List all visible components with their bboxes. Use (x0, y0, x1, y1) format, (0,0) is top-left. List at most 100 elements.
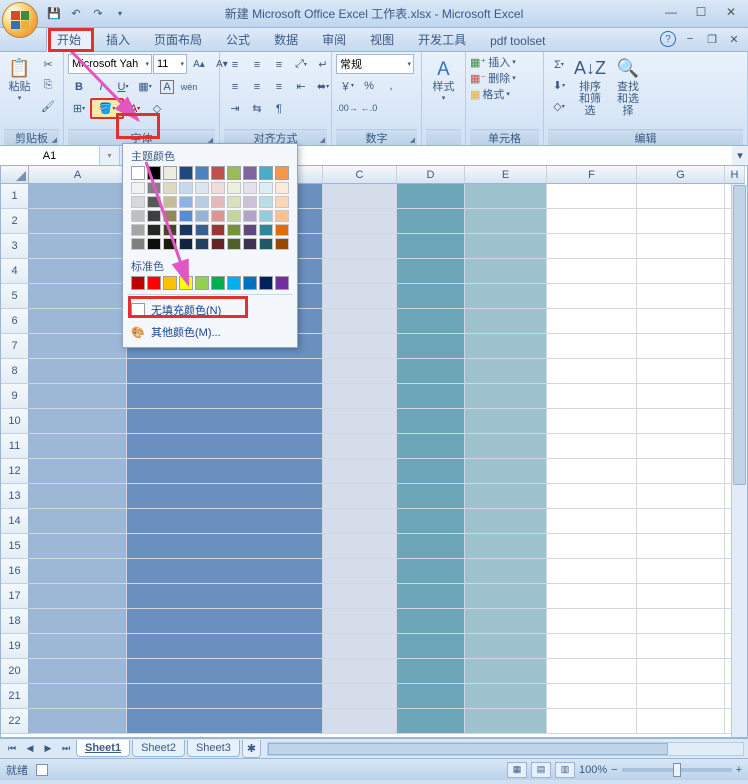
align-right-icon[interactable]: ≡ (268, 76, 290, 97)
cell[interactable] (397, 659, 465, 684)
cell[interactable] (465, 459, 547, 484)
row-header[interactable]: 7 (1, 334, 29, 359)
cell[interactable] (637, 609, 725, 634)
row-header[interactable]: 13 (1, 484, 29, 509)
color-swatch[interactable] (131, 238, 145, 250)
color-swatch[interactable] (147, 196, 161, 208)
comma-icon[interactable]: , (380, 75, 402, 96)
cell[interactable] (127, 634, 323, 659)
cell[interactable] (397, 409, 465, 434)
cell[interactable] (397, 259, 465, 284)
cell[interactable] (127, 484, 323, 509)
cell[interactable] (29, 284, 127, 309)
cell[interactable] (547, 409, 637, 434)
color-swatch[interactable] (131, 182, 145, 194)
color-swatch[interactable] (179, 224, 193, 236)
cell[interactable] (397, 209, 465, 234)
cell[interactable] (127, 684, 323, 709)
cell[interactable] (465, 284, 547, 309)
cut-icon[interactable]: ✂ (37, 54, 59, 75)
color-swatch[interactable] (211, 276, 225, 290)
color-swatch[interactable] (259, 182, 273, 194)
cell[interactable] (29, 484, 127, 509)
grow-font-icon[interactable]: A▴ (188, 54, 210, 75)
cell[interactable] (637, 584, 725, 609)
group-number-label[interactable]: 数字 (336, 129, 417, 145)
format-cells-icon[interactable]: ▦ (470, 88, 480, 101)
currency-icon[interactable]: ￥▾ (336, 75, 358, 96)
color-swatch[interactable] (243, 238, 257, 250)
border-icon[interactable]: ▦▾ (134, 76, 156, 97)
column-header-D[interactable]: D (397, 166, 465, 184)
cell[interactable] (547, 509, 637, 534)
color-swatch[interactable] (275, 210, 289, 222)
cell[interactable] (637, 259, 725, 284)
fill-series-icon[interactable]: ⬇▾ (548, 75, 570, 96)
color-swatch[interactable] (259, 166, 273, 180)
cell[interactable] (29, 584, 127, 609)
cell[interactable] (465, 334, 547, 359)
row-header[interactable]: 22 (1, 709, 29, 734)
cell[interactable] (547, 284, 637, 309)
cell[interactable] (127, 409, 323, 434)
row-header[interactable]: 20 (1, 659, 29, 684)
cell[interactable] (29, 659, 127, 684)
cell[interactable] (637, 209, 725, 234)
font-color-icon[interactable]: A▾ (124, 98, 146, 119)
row-header[interactable]: 15 (1, 534, 29, 559)
cell[interactable] (547, 634, 637, 659)
align-bottom-icon[interactable]: ≡ (268, 54, 290, 75)
color-swatch[interactable] (179, 182, 193, 194)
cell[interactable] (397, 509, 465, 534)
cell[interactable] (323, 284, 397, 309)
column-header-C[interactable]: C (323, 166, 397, 184)
sheet-nav-prev-icon[interactable]: ◀ (22, 741, 38, 757)
color-swatch[interactable] (131, 224, 145, 236)
cell[interactable] (637, 534, 725, 559)
color-swatch[interactable] (179, 196, 193, 208)
view-normal-icon[interactable]: ▦ (507, 762, 527, 778)
cell[interactable] (127, 459, 323, 484)
color-swatch[interactable] (211, 210, 225, 222)
font-size-combo[interactable]: 11▾ (153, 54, 187, 74)
row-header[interactable]: 2 (1, 209, 29, 234)
row-header[interactable]: 16 (1, 559, 29, 584)
namebox-dropdown-icon[interactable]: ▾ (100, 146, 120, 165)
cell[interactable] (323, 259, 397, 284)
name-box[interactable]: A1 (0, 146, 100, 165)
cell[interactable] (29, 509, 127, 534)
cell[interactable] (547, 584, 637, 609)
cell[interactable] (547, 459, 637, 484)
color-swatch[interactable] (211, 166, 225, 180)
cell[interactable] (465, 359, 547, 384)
office-button[interactable] (2, 2, 38, 38)
cell[interactable] (397, 334, 465, 359)
cell[interactable] (465, 659, 547, 684)
maximize-button[interactable]: ☐ (686, 2, 716, 22)
view-page-break-icon[interactable]: ▥ (555, 762, 575, 778)
clear-icon[interactable]: ◇▾ (548, 96, 570, 117)
redo-icon[interactable]: ↷ (88, 4, 108, 24)
cell[interactable] (397, 634, 465, 659)
tab-developer[interactable]: 开发工具 (408, 28, 476, 51)
color-swatch[interactable] (163, 166, 177, 180)
number-format-combo[interactable]: 常规▾ (336, 54, 414, 74)
zoom-out-icon[interactable]: − (611, 764, 617, 776)
color-swatch[interactable] (163, 276, 177, 290)
color-swatch[interactable] (275, 196, 289, 208)
cell[interactable] (29, 384, 127, 409)
cell[interactable] (397, 534, 465, 559)
color-swatch[interactable] (275, 238, 289, 250)
color-swatch[interactable] (227, 166, 241, 180)
color-swatch[interactable] (195, 238, 209, 250)
cell[interactable] (29, 359, 127, 384)
orientation-icon[interactable]: ⤢▾ (290, 54, 312, 75)
cell[interactable] (127, 609, 323, 634)
row-header[interactable]: 8 (1, 359, 29, 384)
color-swatch[interactable] (227, 182, 241, 194)
cell[interactable] (127, 559, 323, 584)
cell[interactable] (547, 334, 637, 359)
sheet-tab-1[interactable]: Sheet1 (76, 740, 130, 757)
cell[interactable] (465, 509, 547, 534)
cell[interactable] (637, 484, 725, 509)
